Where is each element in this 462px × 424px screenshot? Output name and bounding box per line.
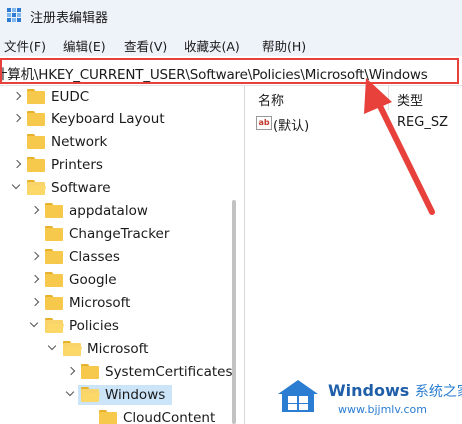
folder-icon [81,364,99,379]
windows-logo-icon [278,380,318,412]
folder-icon [27,89,45,104]
tree-item-label: EUDC [51,89,90,105]
tree-item-microsoft[interactable]: Microsoft [0,292,228,314]
tree-item-software[interactable]: Software [0,177,228,199]
tree-item-label: Printers [51,157,103,173]
menu-edit[interactable]: 编辑(E) [63,36,106,55]
folder-icon [27,157,45,172]
watermark-title: Windows 系统之家 [328,381,462,400]
menu-favorites[interactable]: 收藏夹(A) [184,36,240,55]
tree-item-systemcertificates[interactable]: SystemCertificates [0,361,233,383]
address-bar[interactable]: 计算机\HKEY_CURRENT_USER\Software\Policies\… [0,58,459,84]
chevron-down-icon[interactable] [65,388,75,400]
chevron-right-icon[interactable] [30,273,40,285]
watermark: Windows 系统之家 www.bjjmlv.com [274,376,462,424]
tree-item-network[interactable]: Network [0,131,228,153]
tree-item-label: SystemCertificates [105,364,233,380]
tree-item-label: Software [51,180,111,196]
tree-item-changetracker[interactable]: ChangeTracker [0,223,228,245]
value-type: REG_SZ [397,115,448,130]
chevron-right-icon[interactable] [12,112,22,124]
tree-item-label: Keyboard Layout [51,111,165,127]
tree-item-eudc[interactable]: EUDC [0,86,228,108]
folder-icon [99,410,117,424]
tree-item-classes[interactable]: Classes [0,246,228,268]
chevron-right-icon[interactable] [12,158,22,170]
tree-item-windows[interactable]: Windows [0,384,228,406]
tree-scrollbar[interactable] [232,200,236,424]
regedit-app-icon [7,8,21,22]
menu-file[interactable]: 文件(F) [4,36,46,55]
column-header-type[interactable]: 类型 [397,90,423,109]
menu-help[interactable]: 帮助(H) [262,36,306,55]
tree-item-label: Classes [69,249,120,265]
tree-item-keyboard-layout[interactable]: Keyboard Layout [0,108,228,130]
address-path[interactable]: 计算机\HKEY_CURRENT_USER\Software\Policies\… [2,63,428,82]
pane-splitter[interactable] [244,86,245,424]
chevron-right-icon[interactable] [30,250,40,262]
menu-view[interactable]: 查看(V) [124,36,167,55]
tree-item-label: Policies [69,318,119,334]
folder-open-icon [81,387,100,402]
menu-bar: 文件(F) 编辑(E) 查看(V) 收藏夹(A) 帮助(H) [0,32,462,56]
watermark-url: www.bjjmlv.com [338,403,427,416]
value-name[interactable]: (默认) [273,115,309,134]
tree-item-appdatalow[interactable]: appdatalow [0,200,228,222]
column-separator[interactable] [388,86,389,110]
tree-item-label: Google [69,272,117,288]
window-title: 注册表编辑器 [30,11,109,26]
tree-item-label: Network [51,134,108,150]
chevron-right-icon[interactable] [30,204,40,216]
chevron-right-icon[interactable] [66,365,76,377]
tree-item-google[interactable]: Google [0,269,228,291]
chevron-right-icon[interactable] [12,90,22,102]
registry-tree[interactable]: EUDC Keyboard Layout Network Printers So… [0,86,244,424]
tree-item-label: Windows [105,387,166,403]
column-header-name[interactable]: 名称 [258,90,284,109]
folder-open-icon [63,341,82,356]
tree-item-label: ChangeTracker [69,226,170,242]
folder-icon [27,111,45,126]
string-value-icon: ab [256,116,272,130]
folder-icon [45,295,63,310]
title-bar: 注册表编辑器 [0,0,462,32]
tree-item-printers[interactable]: Printers [0,154,228,176]
folder-icon [45,249,63,264]
tree-item-label: CloudContent [123,410,216,424]
tree-item-label: appdatalow [69,203,148,219]
chevron-right-icon[interactable] [30,296,40,308]
folder-icon [27,134,45,149]
chevron-down-icon[interactable] [47,342,57,354]
tree-item-label: Microsoft [69,295,131,311]
tree-item-policies[interactable]: Policies [0,315,228,337]
tree-item-cloudcontent[interactable]: CloudContent [0,407,228,424]
folder-icon [45,203,63,218]
tree-item-label: Microsoft [87,341,149,357]
chevron-down-icon[interactable] [29,319,39,331]
folder-icon [45,272,63,287]
chevron-down-icon[interactable] [11,181,21,193]
folder-open-icon [27,180,46,195]
tree-item-policies-microsoft[interactable]: Microsoft [0,338,228,360]
folder-icon [45,226,63,241]
folder-open-icon [45,318,64,333]
